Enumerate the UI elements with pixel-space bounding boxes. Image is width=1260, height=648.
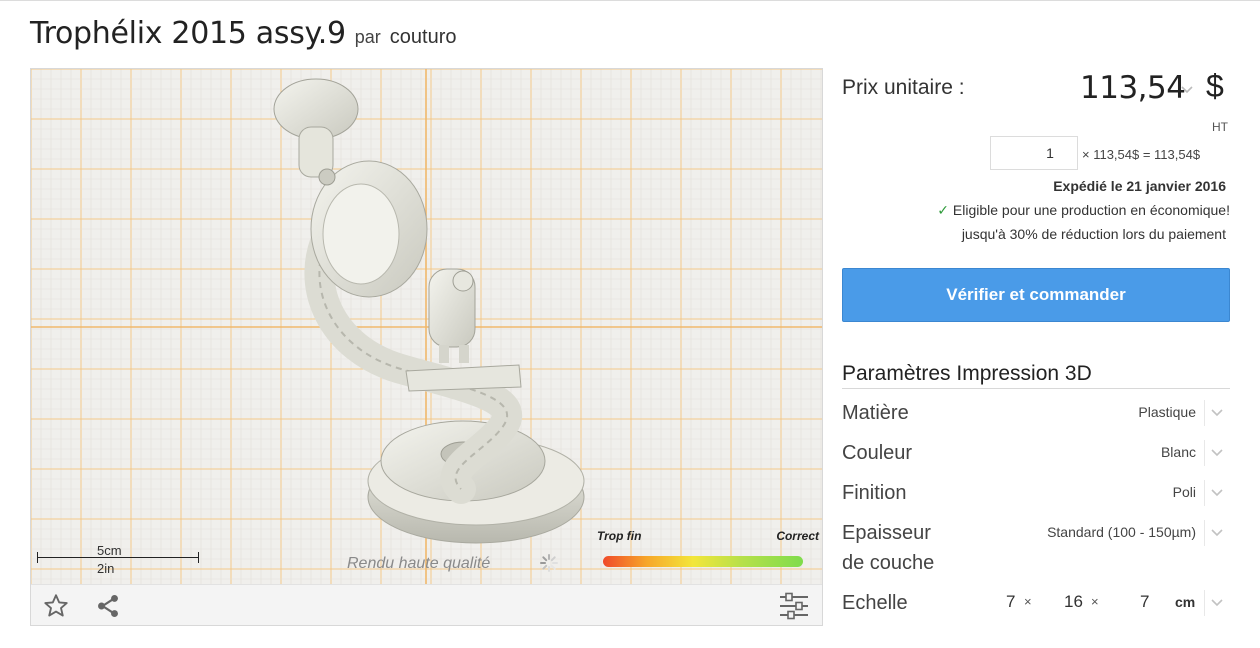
currency-dropdown-chevron-down-icon[interactable] [1180, 82, 1194, 96]
unit-price-label: Prix unitaire : [842, 76, 965, 99]
finish-select[interactable]: Finition Poli [842, 474, 1230, 508]
loading-spinner-icon [540, 554, 558, 572]
layer-value[interactable]: Standard (100 - 150µm) [1047, 524, 1196, 540]
dimension-unit-select[interactable]: cm [1175, 594, 1195, 610]
viewer-canvas[interactable]: 5cm 2in Rendu haute qualité Trop fin Cor… [31, 69, 822, 584]
color-label: Couleur [842, 442, 913, 464]
quantity-input[interactable] [990, 136, 1078, 170]
economy-eligibility-text: Eligible pour une production en économiq… [952, 202, 1230, 218]
economy-eligibility: ✓ Eligible pour une production en économ… [937, 202, 1230, 219]
scale-tick-right [198, 552, 199, 563]
economy-discount-note: jusqu'à 30% de réduction lors du paiemen… [961, 226, 1226, 242]
scale-dimensions: Echelle 7 × 16 × 7 cm [842, 584, 1230, 618]
material-select[interactable]: Matière Plastique [842, 394, 1230, 428]
chevron-down-icon[interactable] [1204, 480, 1228, 506]
dimension-z-input[interactable]: 7 [1140, 592, 1149, 612]
quality-high-label: Correct [776, 529, 819, 543]
model-render [273, 78, 585, 544]
layer-label-line1: Epaisseur [842, 522, 931, 544]
dimension-y-input[interactable]: 16 [1064, 592, 1083, 612]
scale-cm-label: 5cm [97, 543, 122, 558]
finish-label: Finition [842, 482, 907, 504]
material-value[interactable]: Plastique [1138, 404, 1196, 420]
layer-thickness-select[interactable]: Epaisseur de couche Standard (100 - 150µ… [842, 514, 1230, 578]
chevron-down-icon[interactable] [1204, 440, 1228, 466]
finish-value[interactable]: Poli [1173, 484, 1196, 500]
params-divider [842, 388, 1230, 389]
currency-symbol[interactable]: $ [1206, 68, 1224, 105]
scale-label: Echelle [842, 592, 908, 614]
share-icon [98, 594, 118, 618]
dimension-x-input[interactable]: 7 [1006, 592, 1015, 612]
share-button[interactable] [93, 591, 123, 621]
model-viewer[interactable]: 5cm 2in Rendu haute qualité Trop fin Cor… [30, 68, 823, 626]
color-value[interactable]: Blanc [1161, 444, 1196, 460]
layer-label-line2: de couche [842, 552, 935, 574]
times-sign: × [1024, 594, 1032, 609]
color-select[interactable]: Couleur Blanc [842, 434, 1230, 468]
print-quality-meter: Trop fin Correct [597, 529, 819, 573]
author-link[interactable]: couturo [390, 26, 457, 49]
chevron-down-icon[interactable] [1204, 590, 1228, 616]
shipping-date: Expédié le 21 janvier 2016 [1053, 178, 1226, 194]
print-params-title: Paramètres Impression 3D [842, 362, 1092, 385]
checkout-order-button[interactable]: Vérifier et commander [842, 268, 1230, 322]
render-quality-label: Rendu haute qualité [347, 555, 491, 572]
chevron-down-icon[interactable] [1204, 520, 1228, 546]
settings-sliders-button[interactable] [779, 591, 809, 621]
quality-low-label: Trop fin [597, 529, 642, 543]
scale-in-label: 2in [97, 561, 115, 576]
quality-gradient-bar [603, 556, 803, 567]
top-divider [0, 0, 1260, 1]
tax-note: HT [1212, 120, 1228, 134]
times-sign: × [1091, 594, 1099, 609]
scale-indicator: 5cm 2in [37, 543, 201, 577]
favorite-button[interactable] [41, 591, 71, 621]
price-calculation: × 113,54$ = 113,54$ [1082, 147, 1201, 162]
check-icon: ✓ [937, 202, 950, 218]
chevron-down-icon[interactable] [1204, 400, 1228, 426]
material-label: Matière [842, 402, 909, 424]
unit-price-value: 113,54 [1080, 70, 1186, 106]
star-icon [44, 594, 68, 617]
product-title: Trophélix 2015 assy.9 [30, 16, 346, 51]
product-header: Trophélix 2015 assy.9 par couturo [30, 16, 456, 56]
viewer-toolbar [31, 584, 822, 625]
purchase-panel: Prix unitaire : 113,54 $ HT × 113,54$ = … [842, 68, 1230, 628]
by-label: par [354, 27, 381, 47]
sliders-icon [780, 592, 808, 620]
